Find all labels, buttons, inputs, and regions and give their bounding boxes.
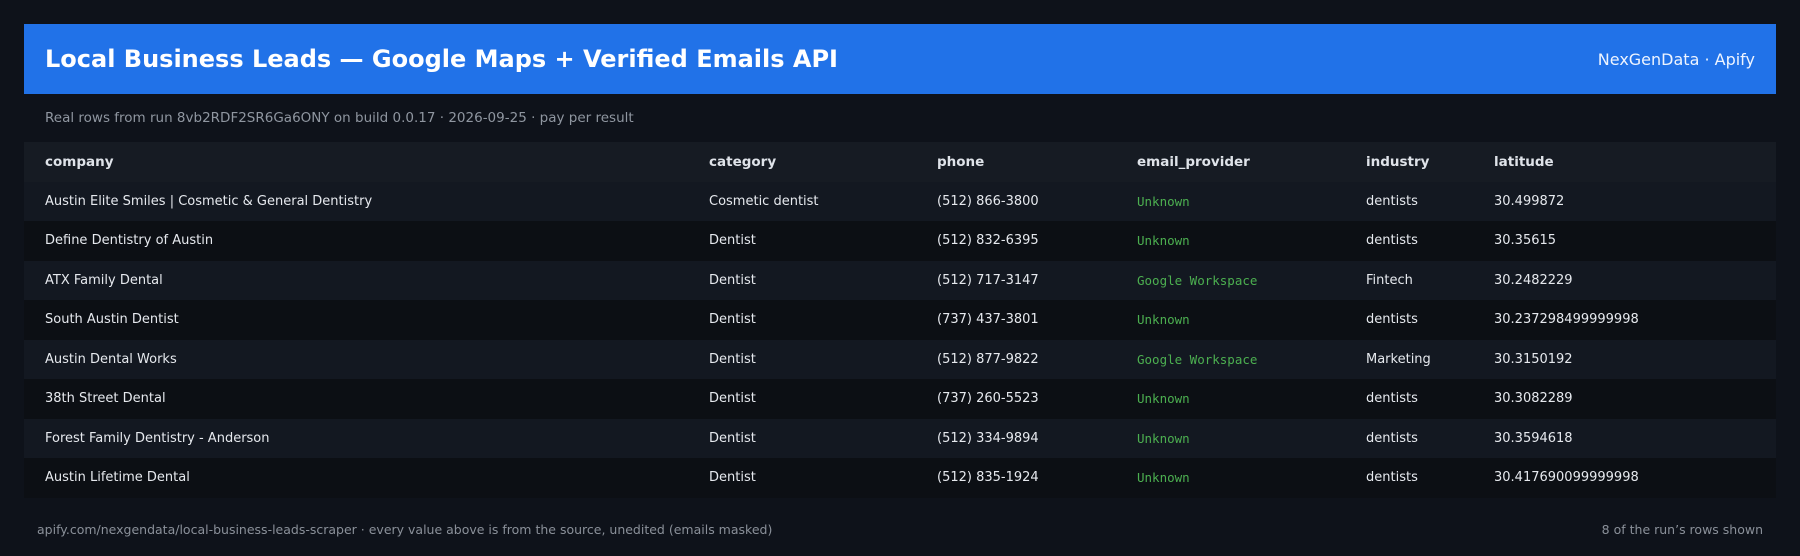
table-row: Austin Dental Works Dentist (512) 877-9822… (24, 339, 1776, 379)
cell-latitude: 30.499872 (1494, 193, 1565, 209)
brand-label: NexGenData · Apify (1597, 49, 1755, 69)
cell-latitude: 30.35615 (1494, 233, 1557, 249)
cell-company: Define Dentistry of Austin (45, 233, 214, 249)
table-body: Austin Elite Smiles | Cosmetic & General… (24, 181, 1776, 498)
cell-latitude: 30.417690099999998 (1494, 470, 1639, 486)
cell-company: Forest Family Dentistry - Anderson (45, 430, 270, 446)
row-count-footer: 8 of the run’s rows shown (1601, 522, 1763, 537)
cell-category: Dentist (709, 430, 756, 446)
cell-latitude: 30.2482229 (1494, 272, 1573, 288)
cell-category: Dentist (709, 351, 756, 367)
column-header-phone: phone (937, 153, 985, 170)
column-header-latitude: latitude (1494, 153, 1554, 170)
cell-company: ATX Family Dental (45, 272, 163, 288)
cell-email-provider: Unknown (1137, 193, 1190, 209)
table-row: Austin Lifetime Dental Dentist (512) 835-1… (24, 458, 1776, 498)
column-header-category: category (709, 153, 777, 170)
cell-category: Cosmetic dentist (709, 193, 819, 209)
table-row: South Austin Dentist Dentist (737) 437-380… (24, 300, 1776, 340)
cell-company: Austin Elite Smiles | Cosmetic & General… (45, 193, 373, 209)
page-title: Local Business Leads — Google Maps + Ver… (45, 45, 838, 73)
cell-industry: dentists (1366, 430, 1418, 446)
source-footer: apify.com/nexgendata/local-business-lead… (37, 522, 773, 537)
cell-industry: dentists (1366, 470, 1418, 486)
cell-latitude: 30.3594618 (1494, 430, 1573, 446)
cell-phone: (512) 877-9822 (937, 351, 1039, 367)
cell-phone: (512) 866-3800 (937, 193, 1039, 209)
cell-company: Austin Dental Works (45, 351, 177, 367)
table-row: Define Dentistry of Austin Dentist (512) 8… (24, 221, 1776, 261)
cell-email-provider: Unknown (1137, 312, 1190, 328)
cell-phone: (512) 717-3147 (937, 272, 1039, 288)
cell-latitude: 30.237298499999998 (1494, 312, 1639, 328)
cell-email-provider: Unknown (1137, 430, 1190, 446)
cell-industry: Fintech (1366, 272, 1413, 288)
cell-category: Dentist (709, 272, 756, 288)
cell-category: Dentist (709, 391, 756, 407)
cell-category: Dentist (709, 312, 756, 328)
cell-phone: (512) 835-1924 (937, 470, 1039, 486)
cell-email-provider: Unknown (1137, 470, 1190, 486)
cell-email-provider: Unknown (1137, 391, 1190, 407)
column-header-industry: industry (1366, 153, 1430, 170)
cell-email-provider: Unknown (1137, 233, 1190, 249)
cell-phone: (737) 437-3801 (937, 312, 1039, 328)
table-row: Austin Elite Smiles | Cosmetic & General… (24, 181, 1776, 221)
cell-industry: dentists (1366, 193, 1418, 209)
run-info-subtitle: Real rows from run 8vb2RDF2SR6Ga6ONY on … (45, 110, 634, 126)
cell-company: Austin Lifetime Dental (45, 470, 190, 486)
cell-latitude: 30.3150192 (1494, 351, 1573, 367)
cell-email-provider: Google Workspace (1137, 351, 1258, 367)
leads-table: company category phone email_provider in… (24, 142, 1776, 498)
table-row: 38th Street Dental Dentist (737) 260-5523 U… (24, 379, 1776, 419)
cell-industry: dentists (1366, 391, 1418, 407)
table-row: ATX Family Dental Dentist (512) 717-3147 Go… (24, 260, 1776, 300)
cell-phone: (737) 260-5523 (937, 391, 1039, 407)
column-header-email-provider: email_provider (1137, 153, 1250, 170)
table-header-row: company category phone email_provider in… (24, 142, 1776, 182)
cell-company: 38th Street Dental (45, 391, 166, 407)
header-banner: Local Business Leads — Google Maps + Ver… (24, 24, 1776, 94)
cell-category: Dentist (709, 233, 756, 249)
cell-industry: dentists (1366, 312, 1418, 328)
cell-latitude: 30.3082289 (1494, 391, 1573, 407)
cell-phone: (512) 832-6395 (937, 233, 1039, 249)
column-header-company: company (45, 153, 114, 170)
cell-industry: dentists (1366, 233, 1418, 249)
cell-category: Dentist (709, 470, 756, 486)
cell-email-provider: Google Workspace (1137, 272, 1258, 288)
cell-industry: Marketing (1366, 351, 1431, 367)
table-row: Forest Family Dentistry - Anderson Dentis… (24, 418, 1776, 458)
cell-company: South Austin Dentist (45, 312, 179, 328)
cell-phone: (512) 334-9894 (937, 430, 1039, 446)
